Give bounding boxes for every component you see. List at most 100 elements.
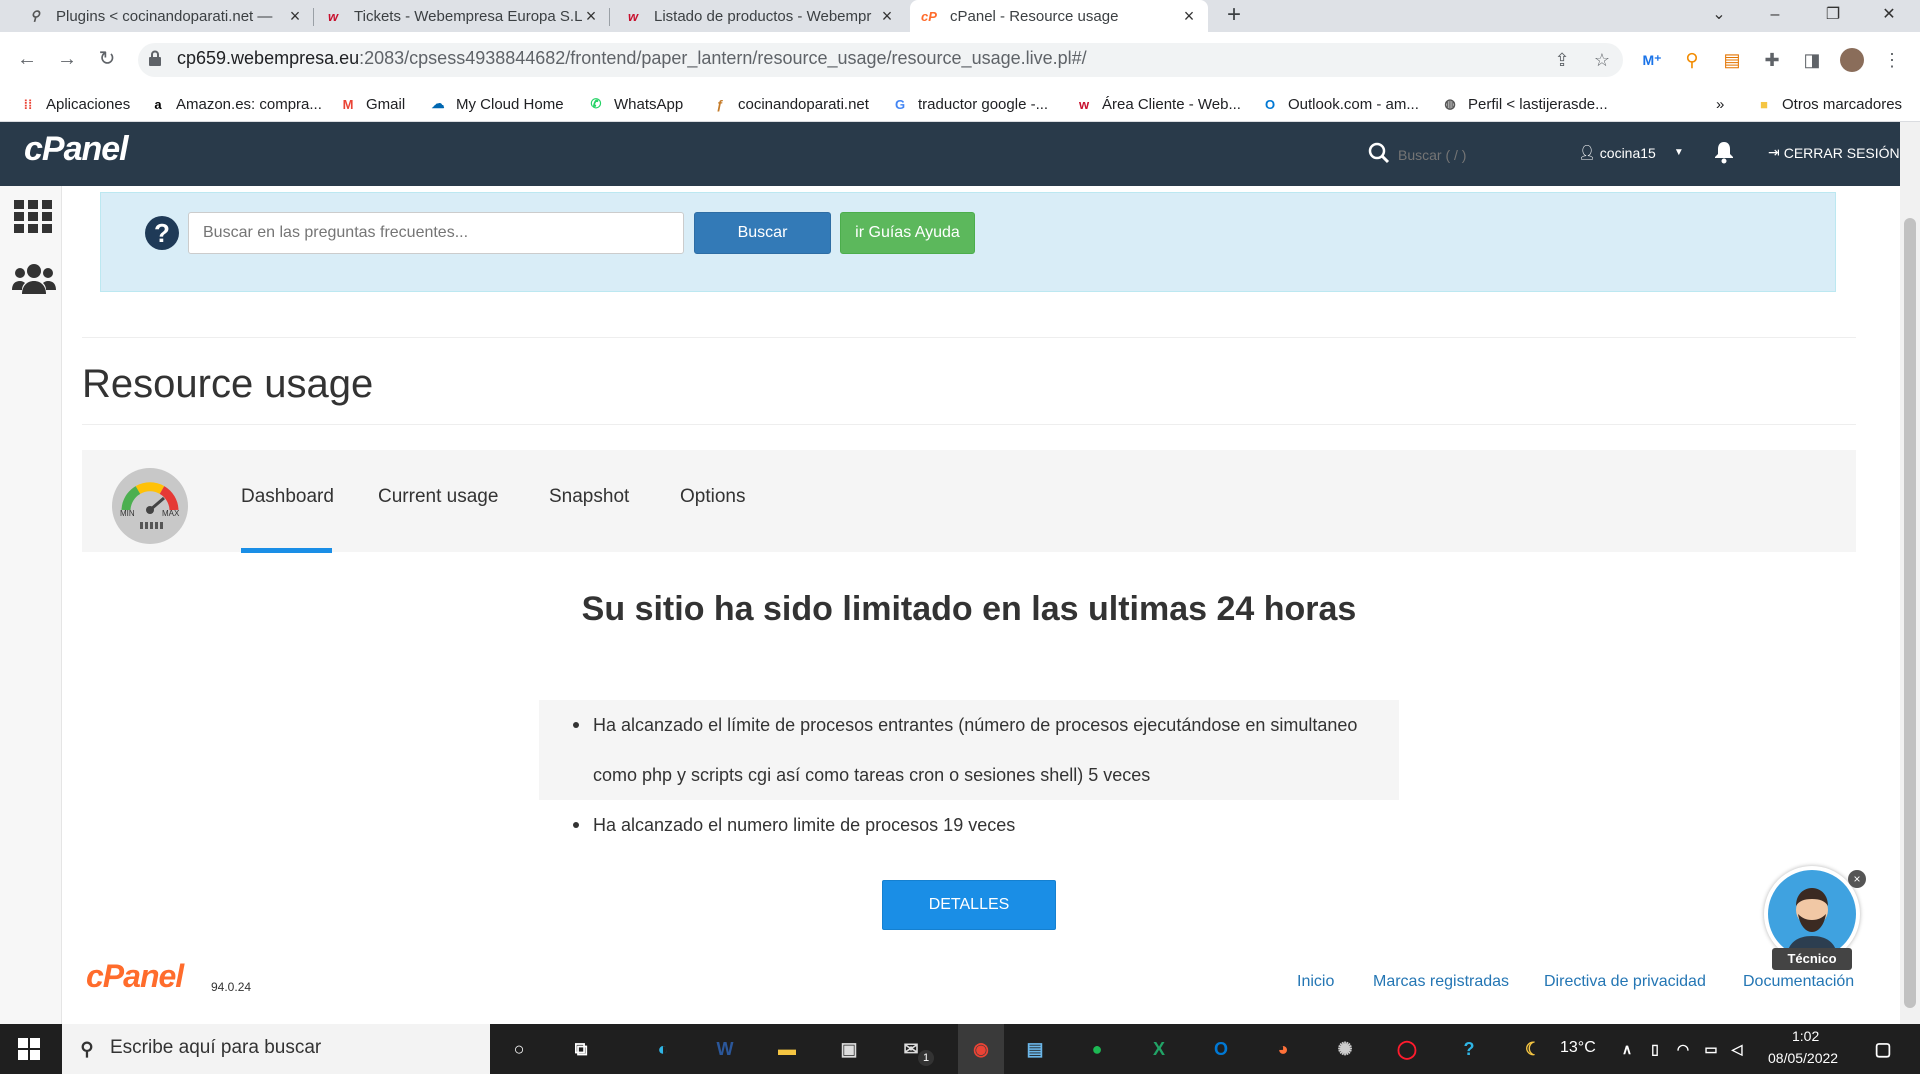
url-path: :2083/cpsess4938844682/frontend/paper_la… xyxy=(359,48,1087,68)
browser-tab-cpanel[interactable]: cP cPanel - Resource usage × xyxy=(910,0,1208,32)
cpanel-search-input[interactable] xyxy=(1396,144,1556,166)
word-icon[interactable]: W xyxy=(710,1034,740,1064)
footer-link-inicio[interactable]: Inicio xyxy=(1297,973,1334,991)
back-arrow-icon[interactable]: ← xyxy=(12,44,42,74)
buscar-button[interactable]: Buscar xyxy=(694,212,831,254)
extension-m-icon[interactable]: M⁺ xyxy=(1638,46,1666,74)
clock-date[interactable]: 08/05/2022 xyxy=(1768,1050,1838,1066)
users-group-icon[interactable] xyxy=(12,262,56,294)
footer-cpanel-logo[interactable]: cPanel xyxy=(86,958,184,995)
logout-button[interactable]: ⇥ CERRAR SESIÓN xyxy=(1768,144,1900,161)
bookmark-area-cliente[interactable]: w Área Cliente - Web... xyxy=(1076,86,1241,122)
network-app-icon[interactable]: ✺ xyxy=(1330,1034,1360,1064)
tab-search-chevron-icon[interactable]: ⌄ xyxy=(1696,0,1742,32)
bookmark-star-icon[interactable]: ☆ xyxy=(1588,46,1616,74)
clock-time[interactable]: 1:02 xyxy=(1792,1028,1819,1044)
bookmark-gmail[interactable]: M Gmail xyxy=(340,86,406,122)
chevron-down-icon: ▼ xyxy=(1673,147,1684,158)
cortana-icon[interactable]: ○ xyxy=(504,1034,534,1064)
close-window-icon[interactable]: ✕ xyxy=(1866,0,1912,32)
footer-link-documentacion[interactable]: Documentación xyxy=(1743,973,1854,991)
minimize-window-icon[interactable]: – xyxy=(1752,0,1798,32)
tab-dashboard[interactable]: Dashboard xyxy=(241,486,334,508)
device-icon[interactable]: ▯ xyxy=(1640,1034,1670,1064)
close-tab-icon[interactable]: × xyxy=(582,6,600,27)
bookmark-whatsapp[interactable]: ✆ WhatsApp xyxy=(588,86,684,122)
spotify-icon[interactable]: ● xyxy=(1082,1034,1112,1064)
footer-link-privacidad[interactable]: Directiva de privacidad xyxy=(1544,973,1706,991)
extensions-puzzle-icon[interactable]: ✚ xyxy=(1758,46,1786,74)
bookmark-traductor[interactable]: Gtraductor google -... xyxy=(892,86,1048,122)
faq-search-input[interactable] xyxy=(188,212,684,254)
browser-tab-plugins[interactable]: ⚲ Plugins < cocinandoparati.net — × xyxy=(16,0,314,32)
url-text[interactable]: cp659.webempresa.eu:2083/cpsess493884468… xyxy=(177,48,1087,69)
browser-tab-productos[interactable]: w Listado de productos - Webempr × xyxy=(614,0,906,32)
bookmark-aplicaciones[interactable]: ⁞⁞ Aplicaciones xyxy=(20,86,131,122)
whatsapp-icon: ✆ xyxy=(590,96,602,111)
edge-icon[interactable]: ◐ xyxy=(648,1034,678,1064)
restore-window-icon[interactable]: ❐ xyxy=(1810,0,1856,32)
reload-icon[interactable]: ↻ xyxy=(92,44,122,74)
cpanel-header: cPanel 👤︎ cocina15 ▼ ⇥ CERRAR SESIÓN xyxy=(0,122,1900,186)
close-tab-icon[interactable]: × xyxy=(1180,6,1198,27)
google-icon: G xyxy=(894,96,906,112)
share-icon[interactable]: ⇪ xyxy=(1548,46,1576,74)
chat-close-icon[interactable]: × xyxy=(1848,870,1866,888)
cpanel-logo[interactable]: cPanel xyxy=(24,130,129,169)
browser-menu-icon[interactable]: ⋮ xyxy=(1878,46,1906,74)
notifications-icon[interactable]: ▢ xyxy=(1868,1034,1898,1064)
bookmark-perfil[interactable]: ◍ Perfil < lastijerasde... xyxy=(1442,86,1607,122)
bookmark-amazon[interactable]: a Amazon.es: compra... xyxy=(150,86,322,122)
extension-search-icon[interactable]: ⚲ xyxy=(1678,46,1706,74)
user-menu[interactable]: 👤︎ cocina15 ▼ xyxy=(1578,144,1684,161)
browser-tab-tickets[interactable]: w Tickets - Webempresa Europa S.L × xyxy=(314,0,610,32)
mail-badge: 1 xyxy=(918,1050,934,1066)
bookmark-label: Gmail xyxy=(366,95,406,113)
opera-icon[interactable]: ◯ xyxy=(1392,1034,1422,1064)
store-icon[interactable]: ▣ xyxy=(834,1034,864,1064)
bookmark-my-cloud-home[interactable]: ☁ My Cloud Home xyxy=(430,86,564,122)
news-icon[interactable]: ▤ xyxy=(1020,1034,1050,1064)
file-explorer-icon[interactable]: ▬ xyxy=(772,1034,802,1064)
close-tab-icon[interactable]: × xyxy=(286,6,304,27)
wifi-icon[interactable]: ◠ xyxy=(1668,1034,1698,1064)
forward-arrow-icon[interactable]: → xyxy=(52,44,82,74)
extension-wallet-icon[interactable]: ▤ xyxy=(1718,46,1746,74)
bookmark-label: Amazon.es: compra... xyxy=(176,95,322,113)
tab-options[interactable]: Options xyxy=(680,486,745,508)
taskbar-search-text[interactable]: Escribe aquí para buscar xyxy=(110,1037,321,1059)
apps-grid-icon[interactable] xyxy=(14,200,52,234)
firefox-icon[interactable]: ◕ xyxy=(1268,1034,1298,1064)
excel-icon[interactable]: X xyxy=(1144,1034,1174,1064)
cloud-icon: ☁ xyxy=(431,96,445,111)
more-bookmarks-chevron-icon[interactable]: » xyxy=(1716,86,1724,122)
divider xyxy=(82,337,1856,338)
bookmark-otros-marcadores[interactable]: ■ Otros marcadores xyxy=(1756,86,1902,122)
bookmark-outlook[interactable]: O Outlook.com - am... xyxy=(1262,86,1419,122)
chrome-icon[interactable]: ◉ xyxy=(958,1024,1004,1074)
guias-ayuda-button[interactable]: ir Guías Ayuda xyxy=(840,212,975,254)
search-icon[interactable] xyxy=(1368,142,1390,164)
weather-temperature[interactable]: 13°C xyxy=(1560,1039,1596,1057)
new-tab-button[interactable]: + xyxy=(1222,0,1246,32)
task-view-icon[interactable]: ⧉ xyxy=(566,1034,596,1064)
tab-current-usage[interactable]: Current usage xyxy=(378,486,498,508)
bookmark-label: Aplicaciones xyxy=(46,95,131,113)
footer-link-marcas[interactable]: Marcas registradas xyxy=(1373,973,1509,991)
windows-start-icon[interactable] xyxy=(18,1038,40,1060)
bell-icon[interactable] xyxy=(1714,140,1734,164)
question-icon: ? xyxy=(145,216,179,250)
close-tab-icon[interactable]: × xyxy=(878,6,896,27)
webempresa-icon: w xyxy=(1078,96,1090,112)
help-app-icon[interactable]: ? xyxy=(1454,1034,1484,1064)
outlook-icon[interactable]: O xyxy=(1206,1034,1236,1064)
bookmark-cocinandoparati[interactable]: ƒ cocinandoparati.net xyxy=(712,86,869,122)
divider xyxy=(82,424,1856,425)
chevron-up-icon[interactable]: ∧ xyxy=(1612,1034,1642,1064)
volume-icon[interactable]: ◁ xyxy=(1722,1034,1752,1064)
tab-snapshot[interactable]: Snapshot xyxy=(549,486,629,508)
bookmark-label: Outlook.com - am... xyxy=(1288,95,1419,113)
profile-avatar[interactable] xyxy=(1838,46,1866,74)
detalles-button[interactable]: DETALLES xyxy=(882,880,1056,930)
sidebar-icon[interactable]: ◨ xyxy=(1798,46,1826,74)
